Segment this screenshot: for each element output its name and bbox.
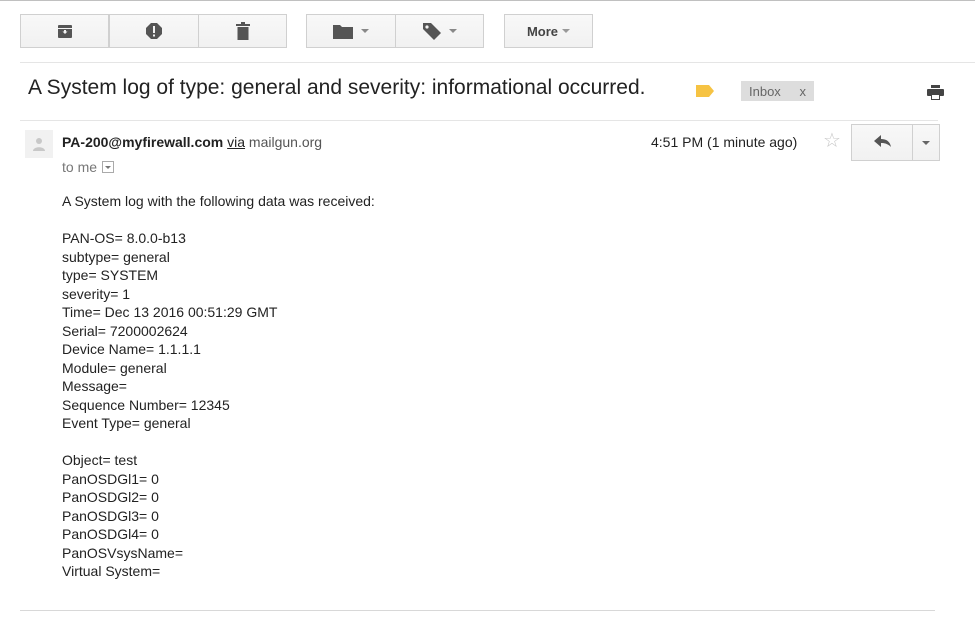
delete-button[interactable] [198,14,287,48]
print-icon[interactable] [927,85,944,105]
log-field-line: PanOSVsysName= [62,544,183,561]
log-fields-group-2: Object= test PanOSDGl1= 0 PanOSDGl2= 0 PanO… [62,451,375,581]
via-domain: mailgun.org [248,134,323,150]
report-spam-button[interactable] [109,14,199,48]
chevron-down-icon [361,29,369,33]
more-actions-button[interactable] [912,124,940,161]
report-spam-icon [145,22,163,40]
remove-label-button[interactable]: x [800,84,807,99]
email-subject: A System log of type: general and severi… [28,76,646,99]
message-time: 4:51 PM (1 minute ago) [651,134,798,150]
inbox-label-chip: Inbox x [741,81,814,101]
sender-name[interactable]: PA-200@myfirewall.com [62,134,223,150]
log-field-line: Device Name= 1.1.1.1 [62,341,201,357]
log-field-line: subtype= general [62,248,170,265]
labels-button[interactable] [395,14,484,48]
reply-button[interactable] [851,124,913,161]
avatar [25,130,53,158]
star-icon[interactable]: ☆ [823,131,841,151]
more-button[interactable]: More [504,14,593,48]
log-field-line: Module= general [62,359,167,376]
toolbar-divider [20,62,975,63]
log-fields-group-1: PAN-OS= 8.0.0-b13 subtype= general type= S… [62,229,375,433]
label-icon [422,22,441,40]
log-field-line: PanOSDGl2= 0 [62,489,159,505]
archive-button[interactable] [20,14,109,48]
log-field-line: PanOSDGl3= 0 [62,507,159,524]
message-divider [20,610,935,611]
recipient-label: to me [62,159,98,175]
show-details-button[interactable] [102,161,115,173]
log-field-line: Message= [62,378,127,394]
delete-icon [235,22,250,40]
person-icon [33,138,45,151]
recipient-line: to me [62,159,115,175]
important-marker-icon[interactable] [696,84,714,97]
reply-icon [873,134,891,152]
more-label: More [526,23,559,39]
log-field-line: Sequence Number= 12345 [62,396,230,413]
chevron-down-icon [922,140,930,145]
move-to-button[interactable] [306,14,396,48]
log-field-line: severity= 1 [62,285,131,302]
log-field-line: PanOSDGl1= 0 [62,470,159,487]
log-field-line: PAN-OS= 8.0.0-b13 [62,230,186,246]
log-field-line: type= SYSTEM [62,267,159,283]
top-border [0,0,975,1]
chevron-down-icon [562,29,571,33]
via-link[interactable]: via [227,134,245,150]
subject-divider [20,120,938,121]
body-intro: A System log with the following data was… [62,193,375,209]
chevron-down-icon [448,29,457,33]
log-field-line: Object= test [62,452,138,468]
message-body: A System log with the following data was… [62,192,375,581]
sender-line: PA-200@myfirewall.com via mailgun.org [62,134,322,150]
log-field-line: Event Type= general [62,415,191,431]
inbox-label: Inbox [749,83,781,99]
log-field-line: PanOSDGl4= 0 [62,526,159,542]
chevron-down-icon [105,165,112,169]
folder-icon [333,23,353,39]
log-field-line: Serial= 7200002624 [62,322,188,339]
log-field-line: Virtual System= [62,563,161,579]
log-field-line: Time= Dec 13 2016 00:51:29 GMT [62,304,278,320]
archive-icon [57,23,73,39]
